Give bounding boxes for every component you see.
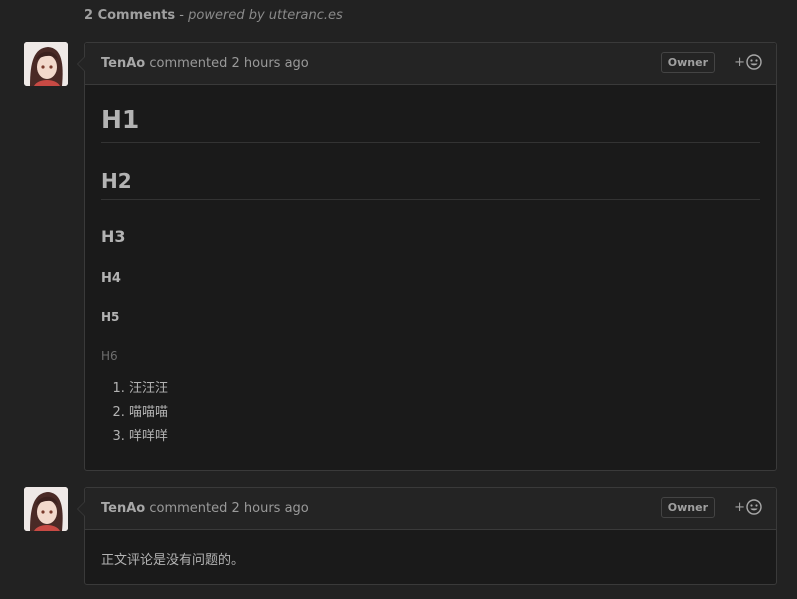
comments-header: 2 Comments - powered by utteranc.es [84,8,343,23]
comment-time[interactable]: commented 2 hours ago [145,56,308,71]
comment-body: H1 H2 H3 H4 H5 H6 汪汪汪 喵喵喵 咩咩咩 [85,85,776,452]
avatar[interactable] [24,487,68,531]
smiley-icon [746,499,762,515]
powered-by-link[interactable]: powered by utteranc.es [188,8,343,23]
comment-box: TenAo commented 2 hours ago Owner + 正文评论… [77,487,777,585]
avatar[interactable] [24,42,68,86]
smiley-icon [746,54,762,70]
comment-text: 正文评论是没有问题的。 [101,553,245,568]
list-item: 汪汪汪 [129,380,760,404]
heading-5: H5 [101,310,120,324]
comment-meta: TenAo commented 2 hours ago [101,56,309,71]
heading-2: H2 [101,143,760,200]
owner-badge: Owner [660,497,715,518]
comment-header: TenAo commented 2 hours ago Owner + [85,488,776,530]
comment-count: 2 Comments [84,8,176,23]
plus-label: + [734,54,745,70]
author-link[interactable]: TenAo [101,501,145,516]
comment-meta: TenAo commented 2 hours ago [101,501,309,516]
list-item: 喵喵喵 [129,404,760,428]
comment-header: TenAo commented 2 hours ago Owner + [85,43,776,85]
heading-3: H3 [101,227,126,246]
heading-4: H4 [101,271,121,286]
owner-badge: Owner [660,52,715,73]
heading-6: H6 [101,349,118,363]
author-link[interactable]: TenAo [101,56,145,71]
header-separator: - [175,8,189,23]
list-item: 咩咩咩 [129,428,760,452]
add-reaction-button[interactable]: + [734,499,762,515]
add-reaction-button[interactable]: + [734,54,762,70]
ordered-list: 汪汪汪 喵喵喵 咩咩咩 [101,380,760,452]
heading-1: H1 [101,85,760,143]
plus-label: + [734,499,745,515]
comment-box: TenAo commented 2 hours ago Owner + H1 H… [77,42,777,471]
comment-time[interactable]: commented 2 hours ago [145,501,308,516]
